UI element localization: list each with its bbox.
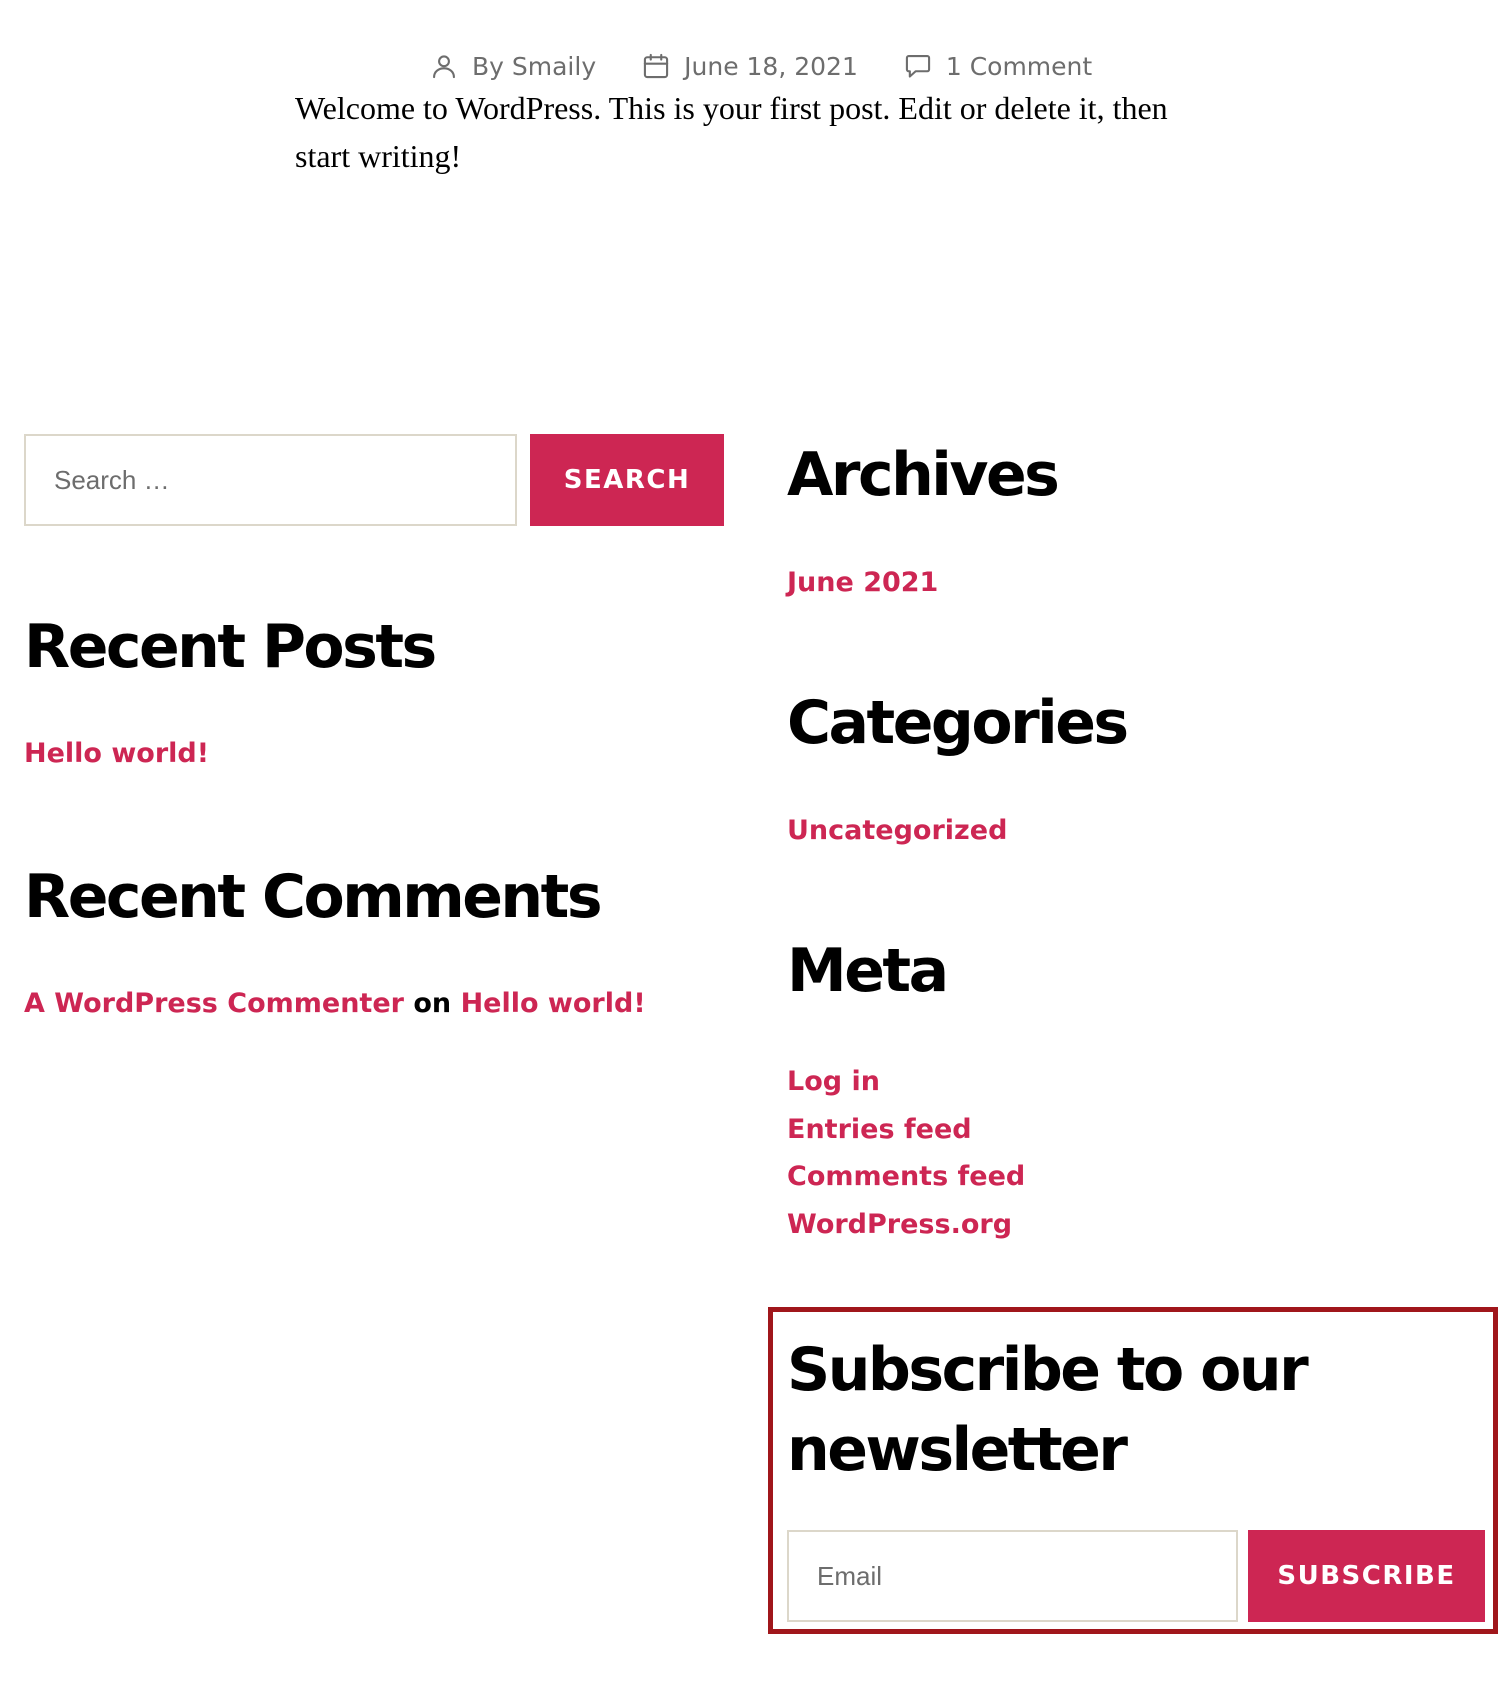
comments-feed-link[interactable]: Comments feed <box>787 1161 1025 1192</box>
categories-title: Categories <box>787 688 1129 758</box>
meta-list-item: Entries feed <box>787 1106 1025 1154</box>
comment-post-link[interactable]: Hello world! <box>461 988 646 1019</box>
post-date: June 18, 2021 <box>642 52 858 81</box>
post-comments-link[interactable]: 1 Comment <box>946 52 1092 81</box>
entries-feed-link[interactable]: Entries feed <box>787 1114 972 1145</box>
wordpress-org-link[interactable]: WordPress.org <box>787 1209 1012 1240</box>
post-content: Welcome to WordPress. This is your first… <box>295 90 1168 174</box>
search-form: SEARCH <box>24 434 724 526</box>
archive-link[interactable]: June 2021 <box>787 563 938 603</box>
newsletter-title: Subscribe to our newsletter <box>787 1335 1309 1485</box>
comment-author-link[interactable]: A WordPress Commenter <box>24 988 404 1019</box>
search-button[interactable]: SEARCH <box>530 434 724 526</box>
recent-posts-title: Recent Posts <box>24 612 437 682</box>
subscribe-button[interactable]: SUBSCRIBE <box>1248 1530 1485 1622</box>
person-icon <box>433 55 455 79</box>
post-comments: 1 Comment <box>904 52 1092 81</box>
meta-list-item: WordPress.org <box>787 1201 1025 1249</box>
recent-comments-title: Recent Comments <box>24 862 603 932</box>
login-link[interactable]: Log in <box>787 1066 880 1097</box>
comment-bubble-icon <box>905 55 930 78</box>
search-input[interactable] <box>24 434 517 526</box>
calendar-icon <box>643 53 669 79</box>
recent-comment-item: A WordPress Commenter on Hello world! <box>24 984 646 1024</box>
post-author-link[interactable]: By Smaily <box>472 52 596 81</box>
post-meta: By Smaily June 18, 2021 1 Comment <box>430 46 1092 86</box>
post-author: By Smaily <box>430 52 596 81</box>
newsletter-email-input[interactable] <box>787 1530 1238 1622</box>
category-link[interactable]: Uncategorized <box>787 811 1007 851</box>
post-date-link[interactable]: June 18, 2021 <box>684 52 858 81</box>
newsletter-form: SUBSCRIBE <box>787 1530 1485 1622</box>
meta-list-item: Comments feed <box>787 1153 1025 1201</box>
comment-connector: on <box>413 988 452 1019</box>
meta-links-list: Log in Entries feed Comments feed WordPr… <box>787 1058 1025 1248</box>
archives-title: Archives <box>787 440 1060 510</box>
recent-post-link[interactable]: Hello world! <box>24 734 209 774</box>
meta-list-item: Log in <box>787 1058 1025 1106</box>
meta-title: Meta <box>787 936 949 1006</box>
newsletter-widget-highlight: Subscribe to our newsletter SUBSCRIBE <box>768 1307 1498 1634</box>
